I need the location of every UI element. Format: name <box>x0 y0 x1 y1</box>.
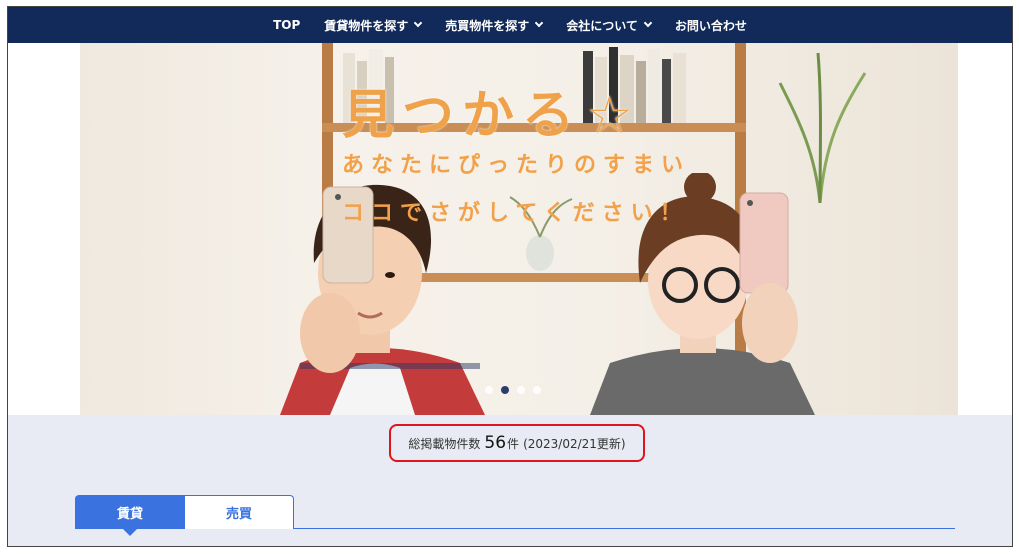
nav-top[interactable]: TOP <box>261 7 312 43</box>
listing-count-unit: 件 <box>507 436 520 451</box>
property-type-tabs: 賃貸 売買 <box>75 495 955 536</box>
listing-updated-date: (2023/02/21更新) <box>523 436 626 451</box>
listing-count-prefix: 総掲載物件数 <box>408 436 481 451</box>
hero-subline-2: ココでさがしてください！ <box>342 201 689 226</box>
chevron-down-icon <box>643 18 653 28</box>
nav-sale-search[interactable]: 売買物件を探す <box>433 7 554 43</box>
browser-frame: TOP 賃貸物件を探す 売買物件を探す 会社について お問い合わせ 見つかる☆ … <box>7 6 1013 547</box>
hero-subline-1: あなたにぴったりのすまい <box>342 153 691 178</box>
slider-dot-2[interactable] <box>501 386 509 394</box>
listing-count-box: 総掲載物件数 56 件 (2023/02/21更新) <box>389 424 645 462</box>
active-tab-pointer <box>123 529 137 536</box>
chevron-down-icon <box>414 18 423 28</box>
nav-rent-search[interactable]: 賃貸物件を探す <box>312 7 433 43</box>
tab-sale[interactable]: 売買 <box>184 495 294 529</box>
slider-pagination <box>485 386 541 394</box>
nav-contact[interactable]: お問い合わせ <box>663 7 759 43</box>
nav-about-company[interactable]: 会社について <box>554 7 663 43</box>
tab-rent[interactable]: 賃貸 <box>75 495 185 529</box>
slider-dot-3[interactable] <box>517 386 525 394</box>
star-icon: ☆ <box>586 86 641 146</box>
hero-headline: 見つかる☆ <box>342 86 641 146</box>
listing-count-number: 56 <box>484 433 507 453</box>
slider-dot-4[interactable] <box>533 386 541 394</box>
hero-slider: 見つかる☆ あなたにぴったりのすまい ココでさがしてください！ <box>80 43 958 415</box>
chevron-down-icon <box>535 18 544 28</box>
main-nav: TOP 賃貸物件を探す 売買物件を探す 会社について お問い合わせ <box>8 7 1012 43</box>
slider-dot-1[interactable] <box>485 386 493 394</box>
